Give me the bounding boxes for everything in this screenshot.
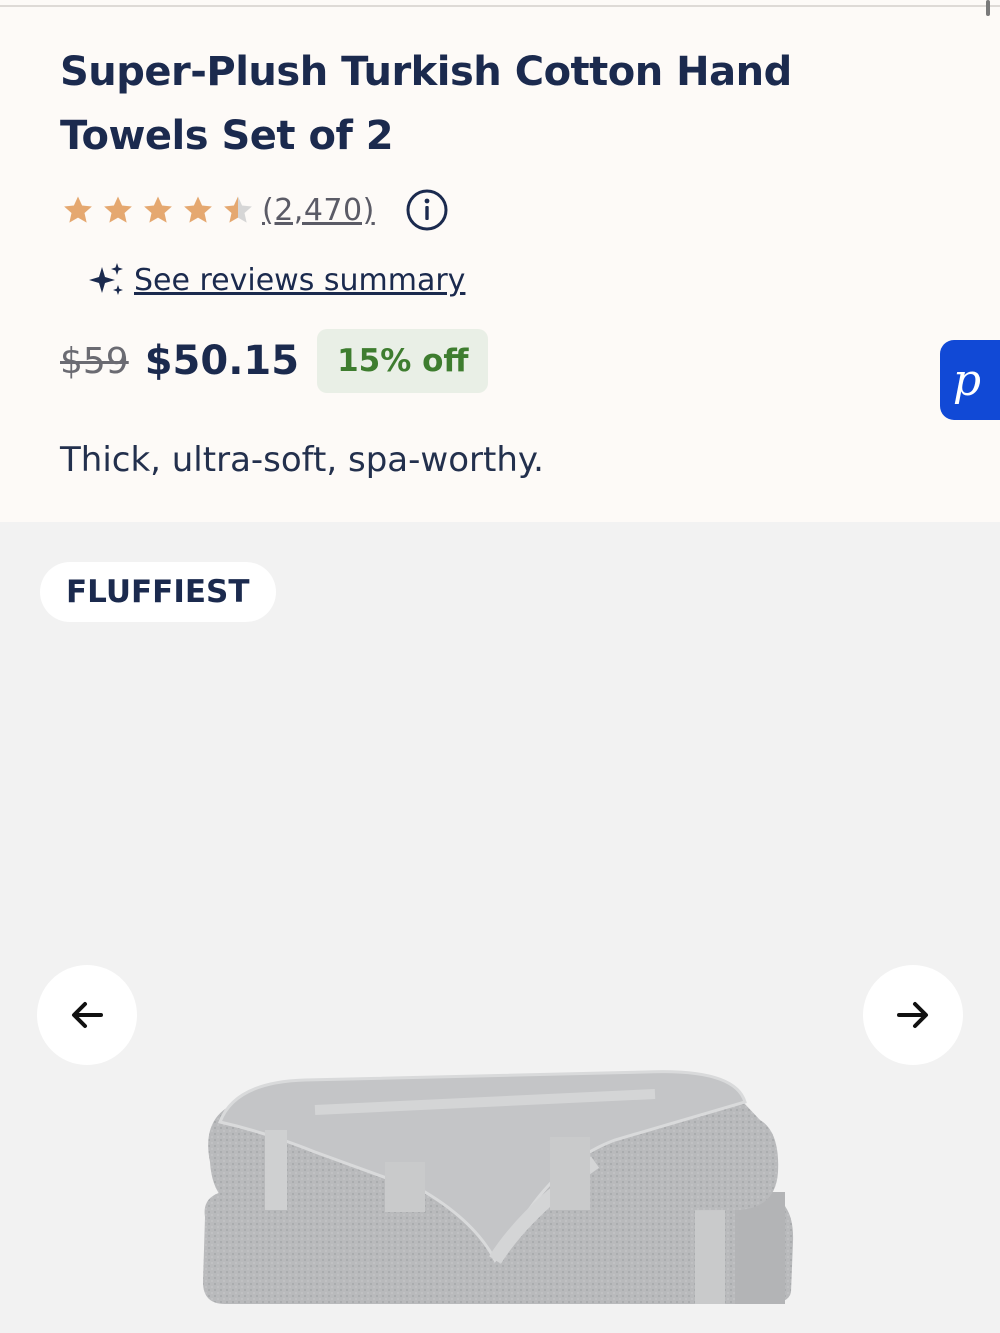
next-image-button[interactable] bbox=[863, 965, 963, 1065]
see-reviews-summary-link[interactable]: See reviews summary bbox=[134, 263, 465, 298]
original-price: $59 bbox=[60, 340, 129, 382]
scrollbar[interactable] bbox=[986, 0, 990, 16]
product-header: Super-Plush Turkish Cotton Hand Towels S… bbox=[0, 0, 1000, 522]
product-image-gallery[interactable]: FLUFFIEST bbox=[0, 522, 1000, 1333]
fluffiest-badge: FLUFFIEST bbox=[40, 562, 276, 622]
discount-badge: 15% off bbox=[317, 329, 489, 393]
half-star-icon bbox=[224, 196, 252, 223]
star-icon bbox=[104, 196, 132, 223]
sale-price: $50.15 bbox=[144, 338, 300, 384]
arrow-right-icon bbox=[897, 1002, 928, 1028]
review-count-link[interactable]: (2,470) bbox=[262, 193, 375, 228]
product-title: Super-Plush Turkish Cotton Hand Towels S… bbox=[60, 49, 792, 159]
product-tagline: Thick, ultra-soft, spa-worthy. bbox=[60, 440, 544, 480]
towels-product-image bbox=[203, 1070, 794, 1304]
reviews-summary[interactable]: See reviews summary bbox=[88, 258, 465, 302]
star-icon bbox=[144, 196, 172, 223]
rating-row: (2,470) bbox=[60, 188, 449, 232]
star-icon bbox=[64, 196, 92, 223]
arrow-left-icon bbox=[72, 1002, 103, 1028]
sparkle-icon bbox=[89, 263, 123, 295]
floating-p-button[interactable]: p bbox=[940, 340, 1000, 420]
star-rating[interactable] bbox=[60, 193, 260, 227]
star-icon bbox=[184, 196, 212, 223]
info-icon[interactable] bbox=[405, 188, 449, 232]
previous-image-button[interactable] bbox=[37, 965, 137, 1065]
divider bbox=[0, 5, 1000, 7]
price-row: $59 $50.15 15% off bbox=[60, 328, 489, 394]
